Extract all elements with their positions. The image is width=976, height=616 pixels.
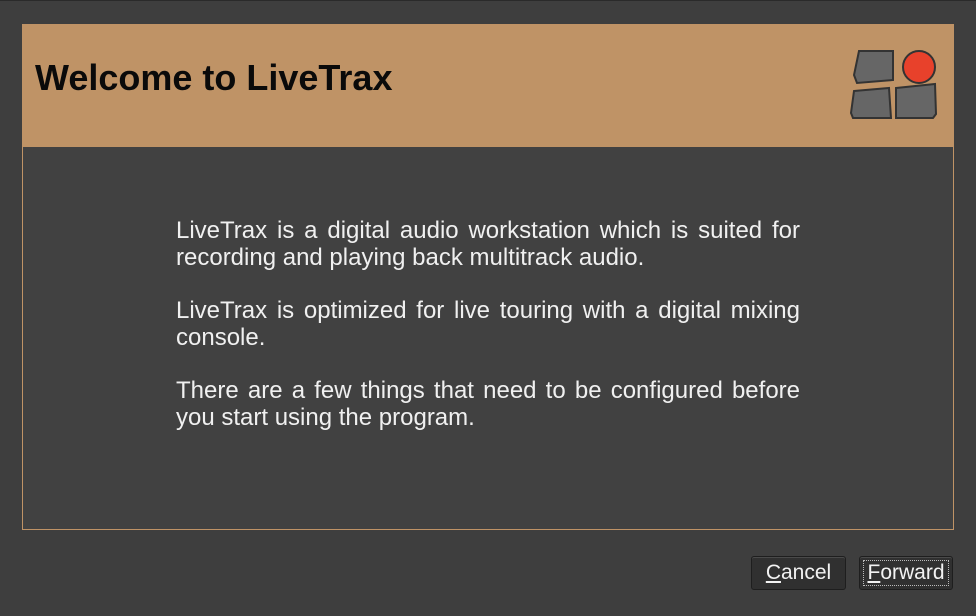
cancel-button-label: Cancel [765, 561, 832, 584]
cancel-button[interactable]: Cancel [751, 556, 846, 590]
welcome-text: LiveTrax is a digital audio workstation … [176, 217, 800, 457]
configure-paragraph: There are a few things that need to be c… [176, 377, 800, 431]
optimized-paragraph: LiveTrax is optimized for live touring w… [176, 297, 800, 351]
forward-button-label: Forward [867, 561, 945, 584]
welcome-header: Welcome to LiveTrax [23, 25, 953, 147]
livetrax-logo-icon [849, 47, 939, 121]
welcome-panel: Welcome to LiveTrax LiveTrax is a digita… [22, 24, 954, 530]
intro-paragraph: LiveTrax is a digital audio workstation … [176, 217, 800, 271]
forward-button[interactable]: Forward [859, 556, 953, 590]
page-title: Welcome to LiveTrax [35, 57, 393, 98]
setup-wizard-window: Welcome to LiveTrax LiveTrax is a digita… [0, 0, 976, 616]
